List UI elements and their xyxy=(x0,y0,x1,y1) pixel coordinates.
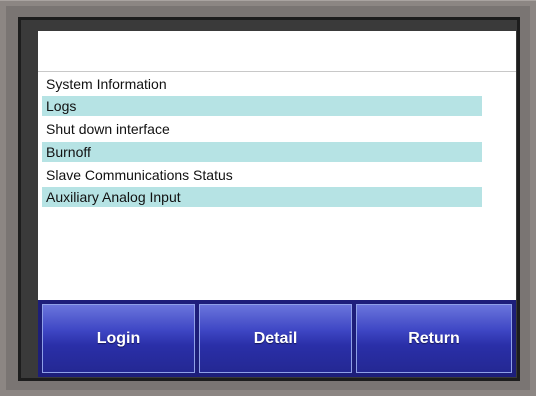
menu-item-logs[interactable]: Logs xyxy=(42,96,482,116)
login-button-label: Login xyxy=(96,329,141,347)
button-bar: Login Detail Return xyxy=(38,300,516,377)
menu-item-slave-communications-status[interactable]: Slave Communications Status xyxy=(42,165,482,185)
menu-item-system-information[interactable]: System Information xyxy=(42,74,482,94)
title-bar xyxy=(38,31,516,72)
detail-button-label: Detail xyxy=(253,329,298,347)
menu-item-shut-down-interface[interactable]: Shut down interface xyxy=(42,119,482,139)
menu-item-burnoff[interactable]: Burnoff xyxy=(42,142,482,162)
touch-screen: System Information Logs Shut down interf… xyxy=(38,31,516,377)
detail-button[interactable]: Detail xyxy=(199,304,352,373)
return-button[interactable]: Return xyxy=(356,304,512,373)
return-button-label: Return xyxy=(408,329,460,347)
menu-item-auxiliary-analog-input[interactable]: Auxiliary Analog Input xyxy=(42,187,482,207)
login-button[interactable]: Login xyxy=(42,304,195,373)
menu-list: System Information Logs Shut down interf… xyxy=(40,74,514,300)
